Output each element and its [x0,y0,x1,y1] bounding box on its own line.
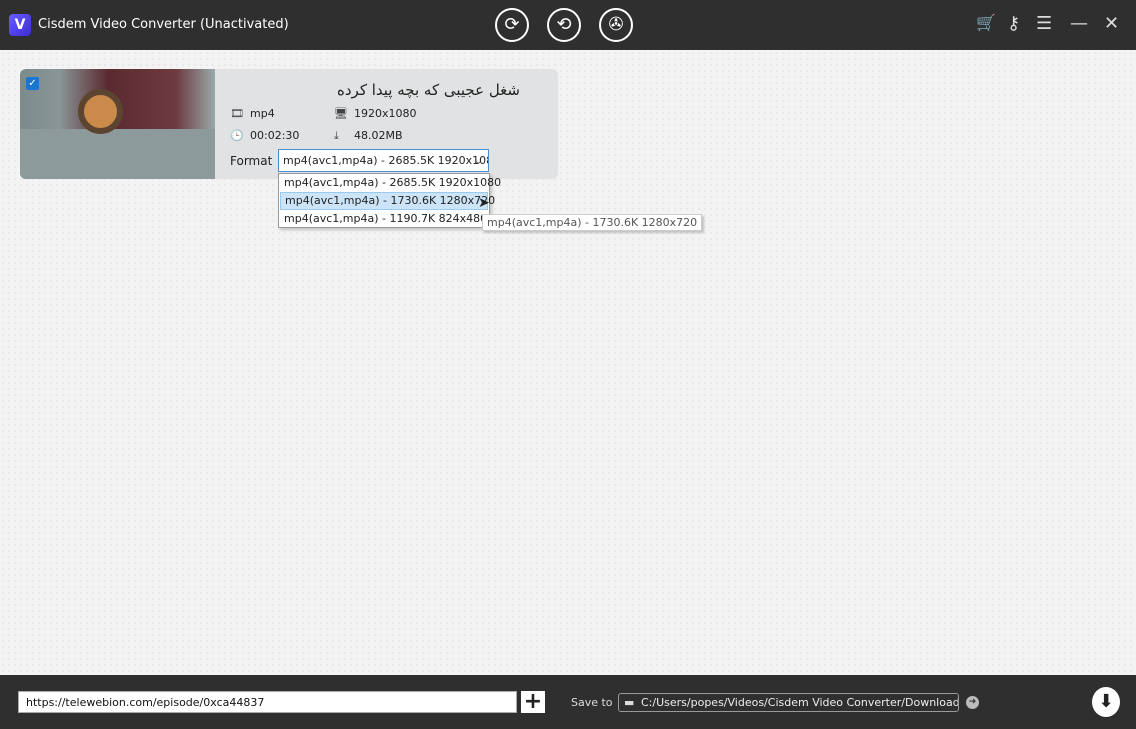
title-bar: V Cisdem Video Converter (Unactivated) ⟳… [0,0,1136,50]
clock-icon: 🕒 [230,129,244,142]
format-select[interactable]: mp4(avc1,mp4a) - 2685.5K 1920x1080 ⌄ [278,149,489,172]
url-input[interactable] [18,691,517,713]
download-button[interactable]: ⬇ [1092,687,1120,717]
format-dropdown: mp4(avc1,mp4a) - 2685.5K 1920x1080 mp4(a… [278,173,501,228]
close-icon[interactable]: ✕ [1104,13,1119,34]
video-title: شغل عجیبی که بچه پیدا کرده [337,81,520,99]
open-folder-arrow-icon[interactable]: ➜ [966,696,979,709]
video-size: 48.02MB [354,129,403,142]
format-label: Format [230,154,273,168]
download-size-icon: ⤓ [334,129,339,142]
video-resolution: 1920x1080 [354,107,417,120]
add-url-button[interactable]: + [521,691,545,713]
folder-icon: ▬ [624,696,635,709]
save-to-label: Save to [571,696,613,709]
key-icon[interactable]: ⚷ [1007,13,1020,34]
menu-icon[interactable]: ☰ [1036,13,1052,34]
save-path-field[interactable]: ▬ C:/Users/popes/Videos/Cisdem Video Con… [618,693,959,712]
convert-icon[interactable]: ⟳ [495,8,529,42]
cart-icon[interactable]: 🛒 [976,13,996,32]
save-path: C:/Users/popes/Videos/Cisdem Video Conve… [641,696,959,709]
select-checkbox[interactable]: ✓ [26,77,39,90]
video-format: mp4 [250,107,275,120]
format-option[interactable]: mp4(avc1,mp4a) - 2685.5K 1920x1080 [280,174,501,192]
monitor-icon: 🖥 [334,107,348,120]
bottom-bar: + Save to ▬ C:/Users/popes/Videos/Cisdem… [0,675,1136,729]
rip-icon[interactable]: ⟲ [547,8,581,42]
format-option[interactable]: mp4(avc1,mp4a) - 1730.6K 1280x720 [280,192,495,210]
video-duration: 00:02:30 [250,129,300,142]
format-selected-value: mp4(avc1,mp4a) - 2685.5K 1920x1080 [283,154,489,167]
mouse-cursor-icon: ➤ [478,195,490,211]
video-thumbnail: ✓ [20,69,215,179]
format-option[interactable]: mp4(avc1,mp4a) - 1190.7K 824x480 [280,210,488,228]
tooltip: mp4(avc1,mp4a) - 1730.6K 1280x720 [482,214,703,231]
app-title: Cisdem Video Converter (Unactivated) [38,17,289,32]
download-video-icon[interactable]: ✇ [599,8,633,42]
main-area: ✓ شغل عجیبی که بچه پیدا کرده 🎞 mp4 🖥 192… [0,50,1136,675]
chevron-down-icon: ⌄ [473,154,483,167]
minimize-icon[interactable]: — [1070,13,1088,34]
film-icon: 🎞 [230,107,244,120]
app-logo: V [9,14,31,36]
video-card: ✓ شغل عجیبی که بچه پیدا کرده 🎞 mp4 🖥 192… [20,69,558,179]
